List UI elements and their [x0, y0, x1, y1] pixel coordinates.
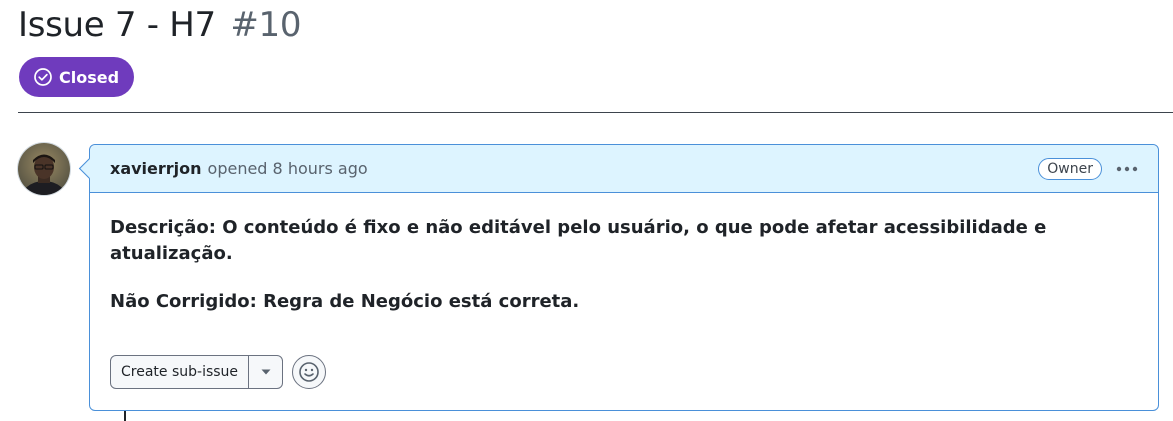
- comment-timestamp[interactable]: opened 8 hours ago: [208, 159, 368, 178]
- comment-author[interactable]: xavierrjon: [110, 159, 202, 178]
- state-label: Closed: [59, 67, 120, 87]
- issue-closed-icon: [33, 67, 53, 87]
- header-divider: [18, 112, 1173, 113]
- kebab-horizontal-icon[interactable]: [1112, 164, 1142, 174]
- issue-title: Issue 7 - H7: [18, 5, 216, 45]
- state-badge: Closed: [19, 57, 135, 97]
- issue-title-row: Issue 7 - H7 #10: [18, 2, 302, 48]
- issue-comment: xavierrjon opened 8 hours ago Owner Desc…: [89, 144, 1159, 411]
- avatar[interactable]: [18, 143, 70, 195]
- triangle-down-icon[interactable]: [248, 356, 282, 388]
- create-sub-issue-split-button: Create sub-issue: [110, 355, 284, 389]
- comment-header-actions: Owner: [1038, 157, 1142, 180]
- timeline-connector: [124, 411, 126, 421]
- comment-actions: Create sub-issue: [110, 355, 327, 389]
- comment-paragraph: Não Corrigido: Regra de Negócio está cor…: [110, 291, 580, 312]
- create-sub-issue-button[interactable]: Create sub-issue: [111, 356, 248, 388]
- smiley-icon[interactable]: [292, 355, 327, 389]
- issue-page: Issue 7 - H7 #10 Closed xavierrjon opene…: [0, 0, 1173, 421]
- comment-header: xavierrjon opened 8 hours ago Owner: [90, 145, 1158, 193]
- issue-number: #10: [230, 5, 302, 45]
- owner-label: Owner: [1038, 157, 1102, 180]
- comment-paragraph: Descrição: O conteúdo é fixo e não editá…: [110, 217, 1047, 264]
- comment-body: Descrição: O conteúdo é fixo e não editá…: [90, 193, 1158, 315]
